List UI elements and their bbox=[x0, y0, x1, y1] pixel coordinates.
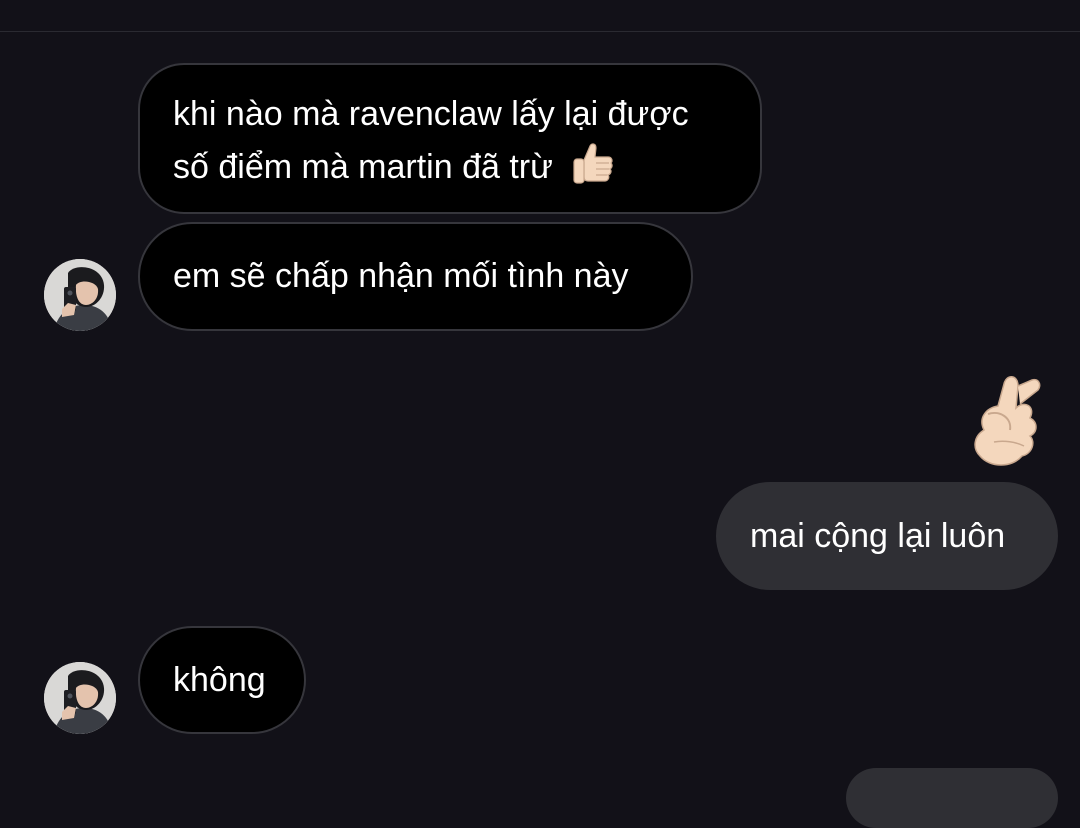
message-text: em sẽ chấp nhận mối tình này bbox=[173, 257, 629, 295]
message-bubble-sent[interactable]: mai cộng lại luôn bbox=[716, 482, 1058, 590]
message-text-line: khi nào mà ravenclaw lấy lại được bbox=[173, 95, 689, 133]
message-text: không bbox=[173, 661, 266, 699]
thumbs-up-icon bbox=[570, 140, 614, 201]
message-text: số điểm mà martin đã trừ bbox=[173, 148, 553, 186]
message-bubble-received[interactable]: em sẽ chấp nhận mối tình này bbox=[138, 222, 693, 331]
message-bubble-received[interactable]: không bbox=[138, 626, 306, 734]
message-text: mai cộng lại luôn bbox=[750, 517, 1006, 555]
message-bubble-received[interactable]: khi nào mà ravenclaw lấy lại được số điể… bbox=[138, 63, 762, 214]
message-bubble-sent-partial[interactable] bbox=[846, 768, 1058, 828]
header-divider bbox=[0, 31, 1080, 32]
avatar[interactable] bbox=[44, 662, 116, 734]
avatar[interactable] bbox=[44, 259, 116, 331]
message-text-line: số điểm mà martin đã trừ bbox=[173, 140, 728, 201]
hand-with-index-finger-and-thumb-crossed-icon bbox=[964, 370, 1044, 479]
